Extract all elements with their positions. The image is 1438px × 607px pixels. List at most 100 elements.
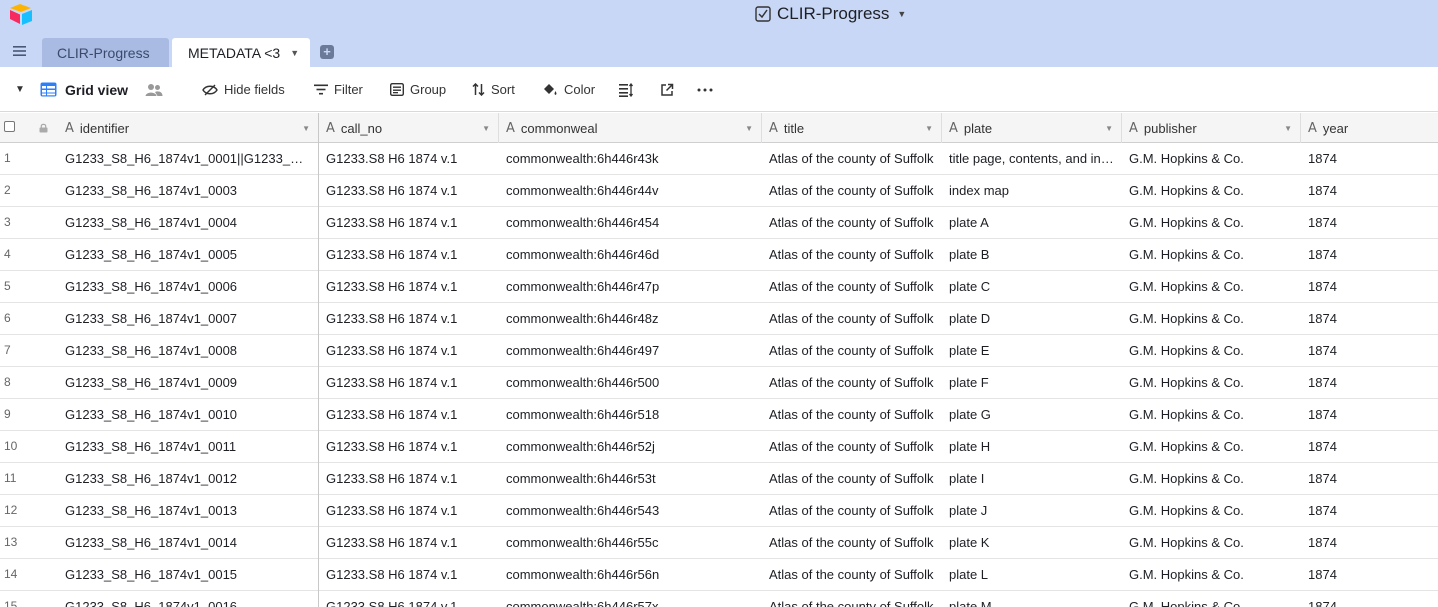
cell-identifier[interactable]: G1233_S8_H6_1874v1_0009 <box>58 367 311 398</box>
cell-identifier[interactable]: G1233_S8_H6_1874v1_0001||G1233_S8_H6_187… <box>58 143 311 174</box>
cell-title[interactable]: Atlas of the county of Suffolk <box>762 271 934 302</box>
cell-title[interactable]: Atlas of the county of Suffolk <box>762 463 934 494</box>
cell-year[interactable]: 1874 <box>1301 527 1430 558</box>
cell-plate[interactable]: plate F <box>942 367 1114 398</box>
select-all-checkbox[interactable] <box>4 121 15 132</box>
cell-call-no[interactable]: G1233.S8 H6 1874 v.1 <box>319 495 491 526</box>
cell-title[interactable]: Atlas of the county of Suffolk <box>762 239 934 270</box>
cell-plate[interactable]: plate A <box>942 207 1114 238</box>
cell-identifier[interactable]: G1233_S8_H6_1874v1_0013 <box>58 495 311 526</box>
cell-publisher[interactable]: G.M. Hopkins & Co. <box>1122 143 1293 174</box>
cell-year[interactable]: 1874 <box>1301 271 1430 302</box>
cell-commonweal[interactable]: commonwealth:6h446r43k <box>499 143 754 174</box>
cell-call-no[interactable]: G1233.S8 H6 1874 v.1 <box>319 591 491 607</box>
cell-identifier[interactable]: G1233_S8_H6_1874v1_0006 <box>58 271 311 302</box>
cell-commonweal[interactable]: commonwealth:6h446r497 <box>499 335 754 366</box>
row-height-button[interactable] <box>619 67 634 112</box>
cell-title[interactable]: Atlas of the county of Suffolk <box>762 175 934 206</box>
cell-identifier[interactable]: G1233_S8_H6_1874v1_0015 <box>58 559 311 590</box>
chevron-down-icon[interactable]: ▼ <box>1284 124 1292 133</box>
cell-title[interactable]: Atlas of the county of Suffolk <box>762 399 934 430</box>
cell-call-no[interactable]: G1233.S8 H6 1874 v.1 <box>319 399 491 430</box>
chevron-down-icon[interactable]: ▼ <box>290 48 299 58</box>
cell-publisher[interactable]: G.M. Hopkins & Co. <box>1122 303 1293 334</box>
cell-call-no[interactable]: G1233.S8 H6 1874 v.1 <box>319 559 491 590</box>
cell-commonweal[interactable]: commonwealth:6h446r56n <box>499 559 754 590</box>
cell-title[interactable]: Atlas of the county of Suffolk <box>762 143 934 174</box>
cell-year[interactable]: 1874 <box>1301 559 1430 590</box>
cell-identifier[interactable]: G1233_S8_H6_1874v1_0016 <box>58 591 311 607</box>
cell-commonweal[interactable]: commonwealth:6h446r500 <box>499 367 754 398</box>
cell-commonweal[interactable]: commonwealth:6h446r52j <box>499 431 754 462</box>
cell-year[interactable]: 1874 <box>1301 239 1430 270</box>
chevron-down-icon[interactable]: ▼ <box>1105 124 1113 133</box>
table-row[interactable]: 8 G1233_S8_H6_1874v1_0009 G1233.S8 H6 1874… <box>0 367 1438 399</box>
cell-plate[interactable]: plate C <box>942 271 1114 302</box>
cell-publisher[interactable]: G.M. Hopkins & Co. <box>1122 335 1293 366</box>
cell-publisher[interactable]: G.M. Hopkins & Co. <box>1122 495 1293 526</box>
cell-commonweal[interactable]: commonwealth:6h446r53t <box>499 463 754 494</box>
cell-call-no[interactable]: G1233.S8 H6 1874 v.1 <box>319 431 491 462</box>
cell-title[interactable]: Atlas of the county of Suffolk <box>762 367 934 398</box>
cell-commonweal[interactable]: commonwealth:6h446r47p <box>499 271 754 302</box>
base-title[interactable]: CLIR-Progress ▼ <box>755 4 906 24</box>
cell-publisher[interactable]: G.M. Hopkins & Co. <box>1122 207 1293 238</box>
cell-call-no[interactable]: G1233.S8 H6 1874 v.1 <box>319 463 491 494</box>
view-name[interactable]: Grid view <box>65 67 128 112</box>
cell-publisher[interactable]: G.M. Hopkins & Co. <box>1122 431 1293 462</box>
cell-plate[interactable]: plate K <box>942 527 1114 558</box>
cell-plate[interactable]: plate D <box>942 303 1114 334</box>
table-row[interactable]: 10 G1233_S8_H6_1874v1_0011 G1233.S8 H6 187… <box>0 431 1438 463</box>
hamburger-menu-icon[interactable] <box>12 44 28 58</box>
cell-publisher[interactable]: G.M. Hopkins & Co. <box>1122 399 1293 430</box>
cell-commonweal[interactable]: commonwealth:6h446r543 <box>499 495 754 526</box>
column-header-publisher[interactable]: A publisher ▼ <box>1122 113 1301 143</box>
cell-plate[interactable]: plate E <box>942 335 1114 366</box>
cell-call-no[interactable]: G1233.S8 H6 1874 v.1 <box>319 175 491 206</box>
cell-plate[interactable]: plate H <box>942 431 1114 462</box>
cell-plate[interactable]: plate L <box>942 559 1114 590</box>
cell-identifier[interactable]: G1233_S8_H6_1874v1_0012 <box>58 463 311 494</box>
cell-commonweal[interactable]: commonwealth:6h446r518 <box>499 399 754 430</box>
cell-title[interactable]: Atlas of the county of Suffolk <box>762 559 934 590</box>
table-row[interactable]: 2 G1233_S8_H6_1874v1_0003 G1233.S8 H6 1874… <box>0 175 1438 207</box>
cell-plate[interactable]: plate I <box>942 463 1114 494</box>
column-header-call-no[interactable]: A call_no ▼ <box>319 113 499 143</box>
chevron-down-icon[interactable]: ▼ <box>482 124 490 133</box>
cell-plate[interactable]: index map <box>942 175 1114 206</box>
cell-year[interactable]: 1874 <box>1301 175 1430 206</box>
tab-clir-progress[interactable]: CLIR-Progress <box>42 38 169 67</box>
column-header-year[interactable]: A year <box>1301 113 1438 143</box>
chevron-down-icon[interactable]: ▼ <box>302 124 310 133</box>
hide-fields-button[interactable]: Hide fields <box>202 67 285 112</box>
cell-call-no[interactable]: G1233.S8 H6 1874 v.1 <box>319 335 491 366</box>
cell-call-no[interactable]: G1233.S8 H6 1874 v.1 <box>319 239 491 270</box>
cell-publisher[interactable]: G.M. Hopkins & Co. <box>1122 367 1293 398</box>
cell-identifier[interactable]: G1233_S8_H6_1874v1_0003 <box>58 175 311 206</box>
cell-commonweal[interactable]: commonwealth:6h446r44v <box>499 175 754 206</box>
cell-plate[interactable]: plate M <box>942 591 1114 607</box>
cell-year[interactable]: 1874 <box>1301 463 1430 494</box>
share-view-button[interactable] <box>660 67 674 112</box>
cell-identifier[interactable]: G1233_S8_H6_1874v1_0008 <box>58 335 311 366</box>
filter-button[interactable]: Filter <box>314 67 363 112</box>
collaborative-view-icon[interactable] <box>145 67 163 112</box>
cell-plate[interactable]: plate B <box>942 239 1114 270</box>
column-header-identifier[interactable]: A identifier ▼ <box>58 113 319 143</box>
table-row[interactable]: 9 G1233_S8_H6_1874v1_0010 G1233.S8 H6 1874… <box>0 399 1438 431</box>
chevron-down-icon[interactable]: ▼ <box>745 124 753 133</box>
column-header-commonweal[interactable]: A commonweal ▼ <box>499 113 762 143</box>
cell-publisher[interactable]: G.M. Hopkins & Co. <box>1122 463 1293 494</box>
cell-call-no[interactable]: G1233.S8 H6 1874 v.1 <box>319 367 491 398</box>
cell-commonweal[interactable]: commonwealth:6h446r57x <box>499 591 754 607</box>
cell-identifier[interactable]: G1233_S8_H6_1874v1_0004 <box>58 207 311 238</box>
tab-metadata[interactable]: METADATA <3 ▼ <box>172 38 310 67</box>
cell-publisher[interactable]: G.M. Hopkins & Co. <box>1122 271 1293 302</box>
group-button[interactable]: Group <box>390 67 446 112</box>
cell-title[interactable]: Atlas of the county of Suffolk <box>762 527 934 558</box>
table-row[interactable]: 7 G1233_S8_H6_1874v1_0008 G1233.S8 H6 1874… <box>0 335 1438 367</box>
table-row[interactable]: 14 G1233_S8_H6_1874v1_0015 G1233.S8 H6 187… <box>0 559 1438 591</box>
cell-identifier[interactable]: G1233_S8_H6_1874v1_0007 <box>58 303 311 334</box>
cell-title[interactable]: Atlas of the county of Suffolk <box>762 431 934 462</box>
cell-commonweal[interactable]: commonwealth:6h446r46d <box>499 239 754 270</box>
